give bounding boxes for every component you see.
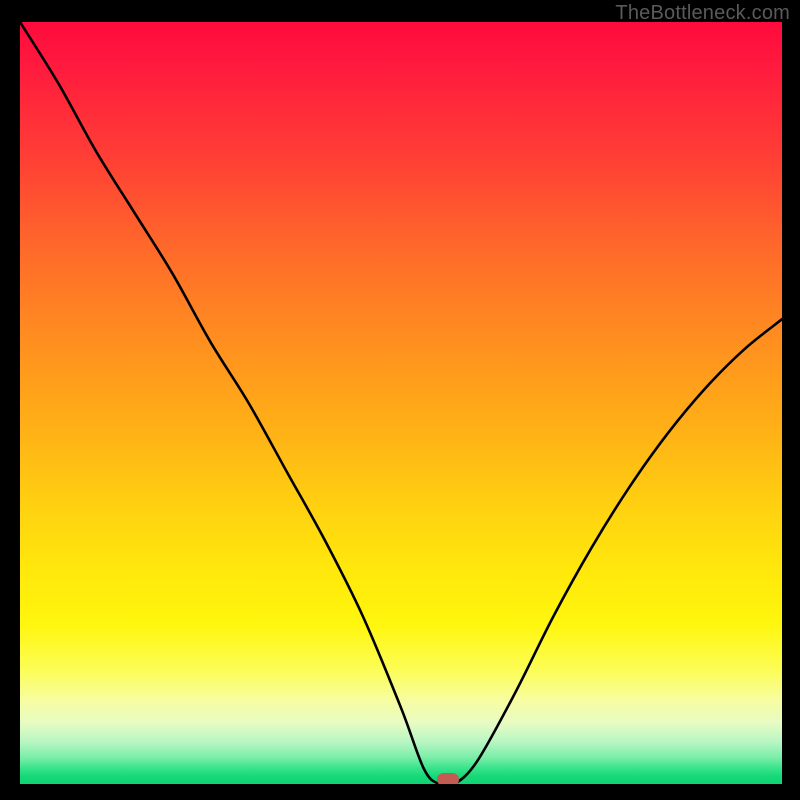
chart-frame: TheBottleneck.com (0, 0, 800, 800)
optimal-marker (437, 773, 459, 784)
bottleneck-curve (20, 22, 782, 784)
plot-area (20, 22, 782, 784)
